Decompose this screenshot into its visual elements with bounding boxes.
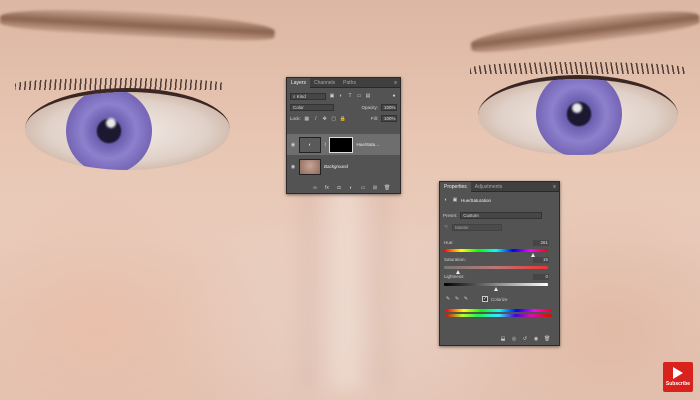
- left-eye: [25, 88, 230, 170]
- filter-pixel-icon[interactable]: ▣: [329, 93, 335, 99]
- right-eyebrow: [469, 4, 700, 56]
- layer-mask-thumbnail[interactable]: [329, 136, 354, 153]
- properties-panel: Properties Adjustments ≡ ◐ ▣ Hue/Saturat…: [439, 181, 560, 346]
- eyedropper-add-icon[interactable]: ✎: [454, 296, 460, 302]
- preset-label: Preset:: [443, 212, 458, 218]
- reset-icon[interactable]: ↺: [522, 336, 528, 342]
- layer-name[interactable]: Background: [324, 164, 348, 169]
- chain-link-icon[interactable]: ⌇: [324, 142, 326, 148]
- new-adjustment-icon[interactable]: ◐: [348, 185, 354, 191]
- view-previous-icon[interactable]: ◎: [511, 336, 517, 342]
- subscribe-button[interactable]: Subscribe: [663, 362, 693, 392]
- adjustment-layer-icon: ◐: [299, 136, 321, 153]
- hue-value-field[interactable]: 261: [533, 240, 549, 246]
- left-iris: [66, 92, 152, 170]
- fill-label: Fill:: [371, 116, 378, 121]
- tab-paths[interactable]: Paths: [339, 78, 360, 88]
- link-layers-icon[interactable]: ∞: [312, 185, 318, 191]
- layer-name[interactable]: Hue/Satu...: [356, 142, 379, 147]
- right-eyelashes: [470, 62, 685, 74]
- play-icon: [673, 367, 683, 379]
- visibility-eye-icon[interactable]: ◉: [290, 164, 296, 170]
- delete-layer-icon[interactable]: 🗑: [384, 185, 390, 191]
- filter-smart-icon[interactable]: ▤: [365, 93, 371, 99]
- tab-layers[interactable]: Layers: [287, 77, 311, 88]
- lock-artboard-icon[interactable]: ▢: [331, 116, 337, 122]
- filter-shape-icon[interactable]: ▭: [356, 93, 362, 99]
- panel-menu-icon[interactable]: ≡: [391, 80, 400, 86]
- layer-row-background[interactable]: ◉ Background: [287, 156, 400, 177]
- eyedropper-icon[interactable]: ✎: [445, 296, 451, 302]
- on-image-adjust-icon[interactable]: ☜: [443, 224, 449, 230]
- properties-panel-tabs: Properties Adjustments ≡: [440, 181, 559, 192]
- colorize-checkbox[interactable]: ✓: [482, 296, 488, 302]
- new-layer-icon[interactable]: ⊞: [372, 185, 378, 191]
- panel-menu-icon[interactable]: ≡: [550, 184, 559, 190]
- adjustment-icon: ◐: [444, 197, 448, 203]
- properties-footer: ⬓ ◎ ↺ ◉ 🗑: [497, 336, 553, 342]
- filter-toggle-icon[interactable]: ●: [391, 93, 397, 99]
- lightness-label: Lightness:: [444, 274, 465, 279]
- left-eyebrow: [0, 4, 276, 44]
- saturation-label: Saturation:: [444, 257, 466, 262]
- lightness-value-field[interactable]: 0: [533, 274, 549, 280]
- lock-brush-icon[interactable]: /: [313, 116, 319, 122]
- mask-icon[interactable]: ▣: [452, 197, 458, 203]
- tab-adjustments[interactable]: Adjustments: [471, 182, 507, 192]
- right-iris: [536, 79, 622, 155]
- search-icon: ⌕: [293, 93, 296, 99]
- fx-icon[interactable]: fx: [324, 185, 330, 191]
- tab-channels[interactable]: Channels: [310, 78, 339, 88]
- blend-mode-select[interactable]: Color: [290, 104, 334, 111]
- hue-label: Hue:: [444, 240, 454, 245]
- lightness-slider-handle[interactable]: [493, 287, 498, 291]
- layer-filter-select[interactable]: ⌕ Kind: [290, 92, 326, 100]
- fill-field[interactable]: 100%: [381, 115, 397, 122]
- channel-select[interactable]: Master: [452, 223, 502, 231]
- result-color-bar: [446, 314, 552, 317]
- layers-footer: ∞ fx ◘ ◐ ▭ ⊞ 🗑: [309, 185, 393, 191]
- layers-panel-tabs: Layers Channels Paths ≡: [287, 77, 400, 88]
- filter-type-icon[interactable]: T: [347, 93, 353, 99]
- right-eye: [478, 75, 678, 155]
- background-thumbnail: [299, 158, 321, 175]
- lock-transparent-icon[interactable]: ▦: [304, 116, 310, 122]
- toggle-visibility-icon[interactable]: ◉: [533, 336, 539, 342]
- saturation-value-field[interactable]: 15: [533, 257, 549, 263]
- lock-all-icon[interactable]: 🔒: [340, 116, 346, 122]
- hue-slider-track[interactable]: [444, 249, 548, 252]
- tab-properties[interactable]: Properties: [440, 181, 471, 192]
- clip-to-layer-icon[interactable]: ⬓: [500, 336, 506, 342]
- lightness-slider-track[interactable]: [444, 283, 548, 286]
- filter-adjustment-icon[interactable]: ◐: [338, 93, 344, 99]
- source-color-bar: [446, 309, 552, 312]
- add-mask-icon[interactable]: ◘: [336, 185, 342, 191]
- properties-title: Hue/Saturation: [461, 197, 492, 203]
- lock-move-icon[interactable]: ✥: [322, 116, 328, 122]
- visibility-eye-icon[interactable]: ◉: [290, 142, 296, 148]
- layers-panel: Layers Channels Paths ≡ ⌕ Kind ▣ ◐ T ▭ ▤…: [286, 77, 401, 194]
- face-photo: [0, 0, 700, 400]
- preset-select[interactable]: Custom: [460, 211, 543, 219]
- lock-label: Lock:: [290, 116, 301, 121]
- subscribe-label: Subscribe: [665, 381, 691, 387]
- saturation-slider-track[interactable]: [444, 266, 548, 269]
- new-group-icon[interactable]: ▭: [360, 185, 366, 191]
- layer-row-hue-saturation[interactable]: ◉ ◐ ⌇ Hue/Satu...: [287, 134, 400, 155]
- eyedropper-subtract-icon[interactable]: ✎: [463, 296, 469, 302]
- opacity-label: Opacity:: [361, 105, 378, 110]
- opacity-field[interactable]: 100%: [381, 104, 397, 111]
- delete-adjustment-icon[interactable]: 🗑: [544, 336, 550, 342]
- colorize-label: Colorize: [491, 296, 508, 302]
